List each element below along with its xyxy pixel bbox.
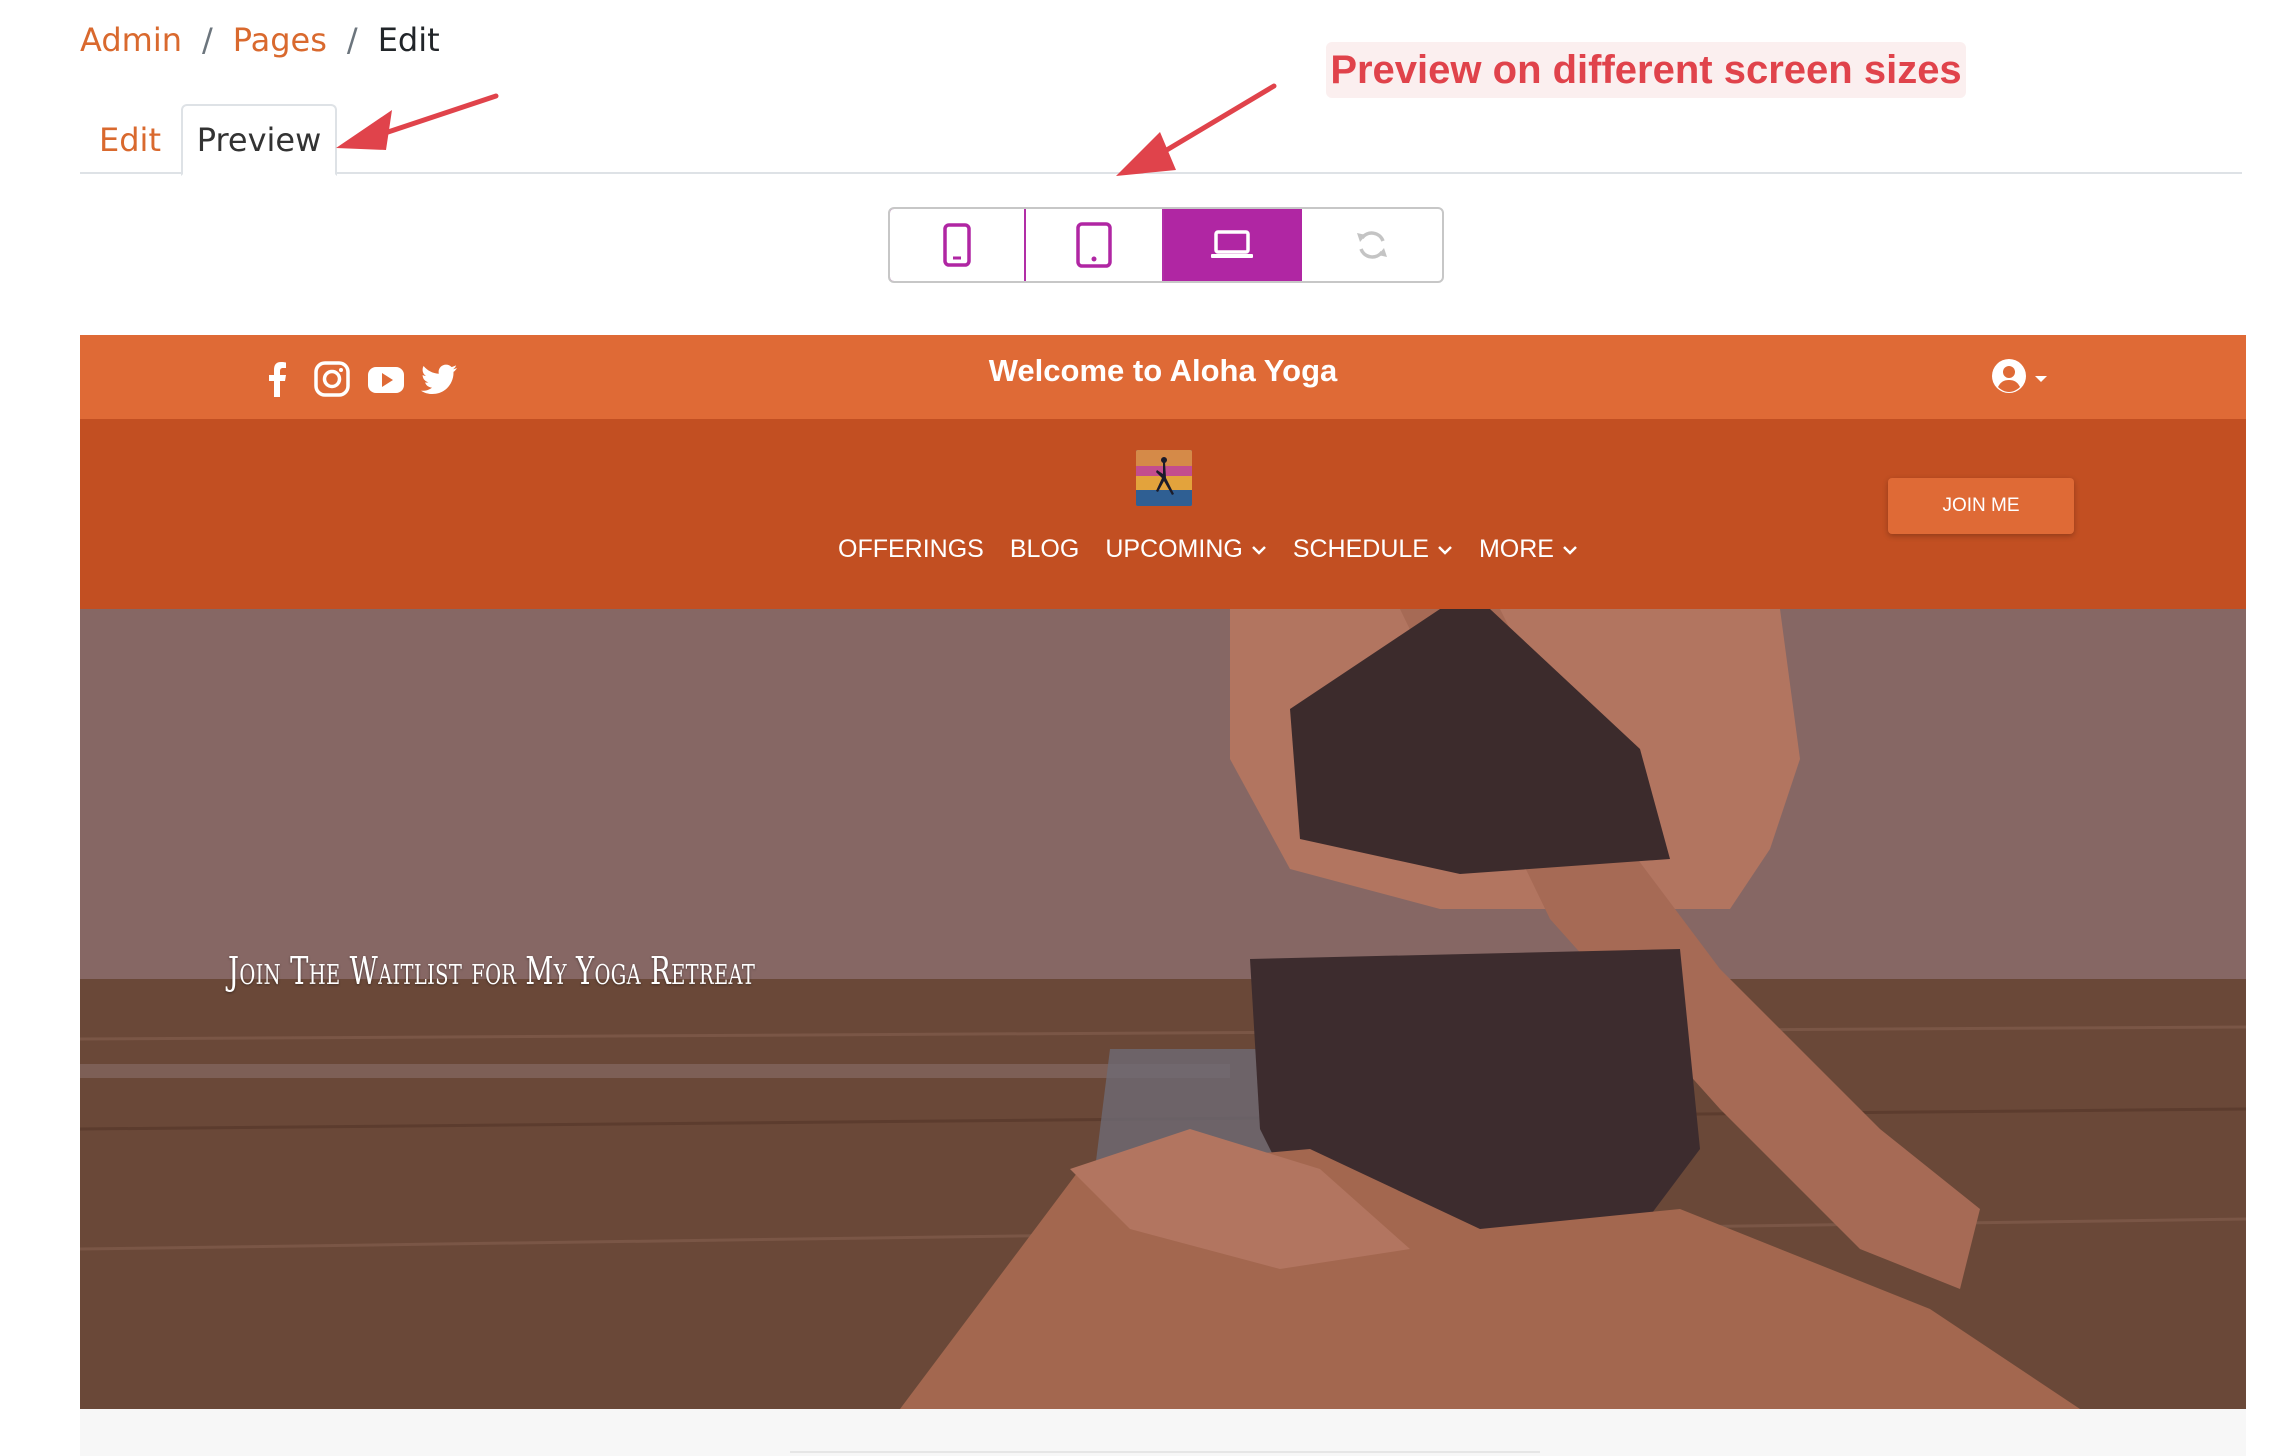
chevron-down-icon [1251,545,1266,555]
device-size-toggle [888,207,1444,283]
editor-tabs: Edit Preview [80,104,2242,176]
breadcrumb-admin-link[interactable]: Admin [80,21,182,59]
phone-view-button[interactable] [890,209,1026,281]
hero-title: Join The Waitlist for My Yoga Retreat [228,949,756,993]
laptop-icon [1210,230,1254,260]
refresh-icon [1354,227,1390,263]
site-logo[interactable] [1136,450,1192,506]
tablet-icon [1076,222,1112,268]
menu-item-schedule[interactable]: SCHEDULE [1293,535,1453,564]
menu-item-offerings[interactable]: OFFERINGS [838,535,984,564]
site-top-bar: Welcome to Aloha Yoga [80,335,2246,419]
menu-item-more[interactable]: MORE [1479,535,1578,564]
menu-item-label: UPCOMING [1105,535,1243,563]
menu-item-upcoming[interactable]: UPCOMING [1105,535,1267,564]
chevron-down-icon [1563,545,1577,555]
chevron-down-icon [1438,545,1452,555]
content-section [80,1409,2246,1456]
site-welcome-title: Welcome to Aloha Yoga [988,353,1338,388]
tab-preview[interactable]: Preview [181,104,337,176]
phone-icon [943,223,971,267]
page-preview-frame: Welcome to Aloha Yoga JOIN ME OFFERINGS … [80,335,2246,1456]
refresh-preview-button[interactable] [1302,209,1442,281]
caret-down-icon [2034,369,2048,388]
menu-item-blog[interactable]: BLOG [1010,535,1079,564]
breadcrumb-pages-link[interactable]: Pages [233,21,327,59]
tab-edit[interactable]: Edit [80,104,180,176]
tablet-view-button[interactable] [1026,209,1164,281]
breadcrumb-current: Edit [377,21,440,59]
join-me-button[interactable]: JOIN ME [1888,478,2074,534]
breadcrumb-separator: / [201,21,213,59]
site-main-menu: OFFERINGS BLOG UPCOMING SCHEDULE MORE [80,535,2246,564]
user-account-menu[interactable] [1990,357,2048,399]
menu-item-label: OFFERINGS [838,535,984,563]
divider [790,1451,1540,1453]
menu-item-label: SCHEDULE [1292,535,1429,563]
site-navbar: JOIN ME OFFERINGS BLOG UPCOMING SCHEDULE… [80,419,2246,609]
breadcrumb-separator: / [346,21,358,59]
menu-item-label: BLOG [1009,535,1080,563]
laptop-view-button[interactable] [1164,209,1302,281]
menu-item-label: MORE [1478,535,1554,563]
annotation-label: Preview on different screen sizes [1326,42,1966,98]
breadcrumb: Admin / Pages / Edit [80,18,440,62]
hero-banner: Join The Waitlist for My Yoga Retreat [80,609,2246,1409]
user-avatar-icon [1990,357,2028,399]
hero-background-image [80,609,2246,1409]
